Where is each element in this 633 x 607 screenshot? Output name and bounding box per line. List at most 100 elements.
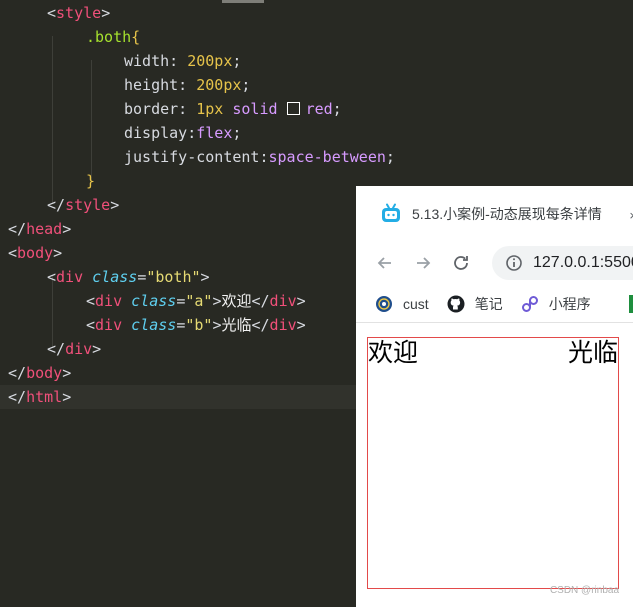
mini-program-icon <box>521 296 538 312</box>
code-token: div <box>56 268 93 286</box>
color-swatch-icon <box>286 102 300 115</box>
code-line: display:flex; <box>0 121 241 145</box>
address-bar[interactable]: 127.0.0.1:5500 <box>492 246 633 280</box>
code-token: head <box>26 220 63 238</box>
code-token: </ <box>8 220 27 238</box>
bookmark-label: 小程序 <box>548 296 591 312</box>
bookmark-cust[interactable]: cust <box>375 295 429 313</box>
code-line: <div class="a">欢迎</div> <box>0 289 306 313</box>
code-token: style <box>65 196 111 214</box>
code-token: border: <box>124 100 197 118</box>
div-a-text: 欢迎 <box>368 338 419 367</box>
browser-tab[interactable]: 5.13.小案例-动态展现每条详情 × <box>356 186 633 242</box>
bookmark-mini-program[interactable]: 小程序 <box>521 294 591 314</box>
code-token: .both <box>86 28 132 46</box>
code-token: > <box>200 268 210 286</box>
code-token: > <box>62 364 72 382</box>
code-token: } <box>86 172 96 190</box>
code-token: < <box>8 244 18 262</box>
browser-window: 5.13.小案例-动态展现每条详情 × 12 <box>356 186 633 607</box>
code-token: "both" <box>146 268 201 286</box>
code-token: = <box>176 292 186 310</box>
code-token: > <box>92 340 102 358</box>
code-token: style <box>56 4 102 22</box>
bookmark-label: 笔记 <box>474 296 503 312</box>
code-token: div <box>95 316 132 334</box>
code-token: </ <box>8 364 27 382</box>
info-icon[interactable] <box>505 254 523 272</box>
code-token: < <box>47 268 57 286</box>
code-token: red <box>305 100 333 118</box>
reload-icon <box>454 256 468 270</box>
div-b-text: 光临 <box>567 338 618 367</box>
code-token: "a" <box>185 292 213 310</box>
code-token: < <box>86 316 96 334</box>
arrow-left-icon <box>377 257 391 269</box>
code-token: flex <box>196 124 233 142</box>
code-token: body <box>17 244 54 262</box>
code-token: </ <box>47 196 66 214</box>
code-token: div <box>95 292 132 310</box>
tab-close-icon[interactable]: × <box>629 208 633 223</box>
code-line: </body> <box>0 361 71 385</box>
code-token: </ <box>8 388 27 406</box>
code-token: = <box>137 268 147 286</box>
bilibili-favicon-icon <box>382 203 400 222</box>
code-token: 200px <box>187 52 233 70</box>
code-token: class <box>92 268 138 286</box>
watermark: CSDN @rinbaa <box>549 585 619 596</box>
code-token: </ <box>251 292 270 310</box>
code-line: <div class="b">光临</div> <box>0 313 306 337</box>
code-token: display: <box>124 124 197 142</box>
code-token: div <box>269 292 297 310</box>
code-token: ; <box>385 148 395 166</box>
code-line: </style> <box>0 193 119 217</box>
code-token: justify-content: <box>124 148 269 166</box>
code-token: > <box>110 196 120 214</box>
code-token: 光临 <box>221 316 252 334</box>
code-token: = <box>176 316 186 334</box>
code-token: height: <box>124 76 197 94</box>
code-token: > <box>62 220 72 238</box>
code-line: height: 200px; <box>0 73 250 97</box>
code-token: > <box>101 4 111 22</box>
code-line: <div class="both"> <box>0 265 210 289</box>
code-line: </head> <box>0 217 71 241</box>
tab-title: 5.13.小案例-动态展现每条详情 <box>412 206 602 222</box>
code-line: justify-content:space-between; <box>0 145 395 169</box>
code-token: > <box>296 292 306 310</box>
code-token: > <box>296 316 306 334</box>
forward-button[interactable] <box>412 252 434 274</box>
code-token: div <box>65 340 93 358</box>
code-token: 200px <box>196 76 242 94</box>
code-token: < <box>86 292 96 310</box>
bookmarks-bar: cust 笔记 小程序 <box>356 286 633 323</box>
code-token: div <box>269 316 297 334</box>
code-token: class <box>131 316 177 334</box>
code-line: </div> <box>0 337 101 361</box>
url-text: 127.0.0.1:5500 <box>533 254 633 271</box>
code-token: ; <box>241 76 251 94</box>
code-line: border: 1px solid red; <box>0 97 342 121</box>
arrow-right-icon <box>417 257 431 269</box>
code-token: space-between <box>268 148 386 166</box>
code-line: <body> <box>0 241 62 265</box>
github-icon <box>447 295 465 313</box>
bookmark-folder-icon[interactable] <box>629 295 633 313</box>
code-line: .both{ <box>0 25 140 49</box>
code-token: body <box>26 364 63 382</box>
code-token: solid <box>232 100 287 118</box>
code-token: width: <box>124 52 188 70</box>
reload-button[interactable] <box>450 252 472 274</box>
code-token: > <box>62 388 72 406</box>
bookmark-notes[interactable]: 笔记 <box>447 294 503 314</box>
page-viewport: 欢迎 光临 <box>356 323 633 607</box>
back-button[interactable] <box>374 252 396 274</box>
cust-bookmark-icon <box>376 296 392 312</box>
code-token: ; <box>232 52 242 70</box>
code-token: ; <box>232 124 242 142</box>
code-line: width: 200px; <box>0 49 241 73</box>
code-token: html <box>26 388 63 406</box>
scrolled-line-fragment <box>222 0 264 3</box>
bookmark-label: cust <box>403 296 429 312</box>
